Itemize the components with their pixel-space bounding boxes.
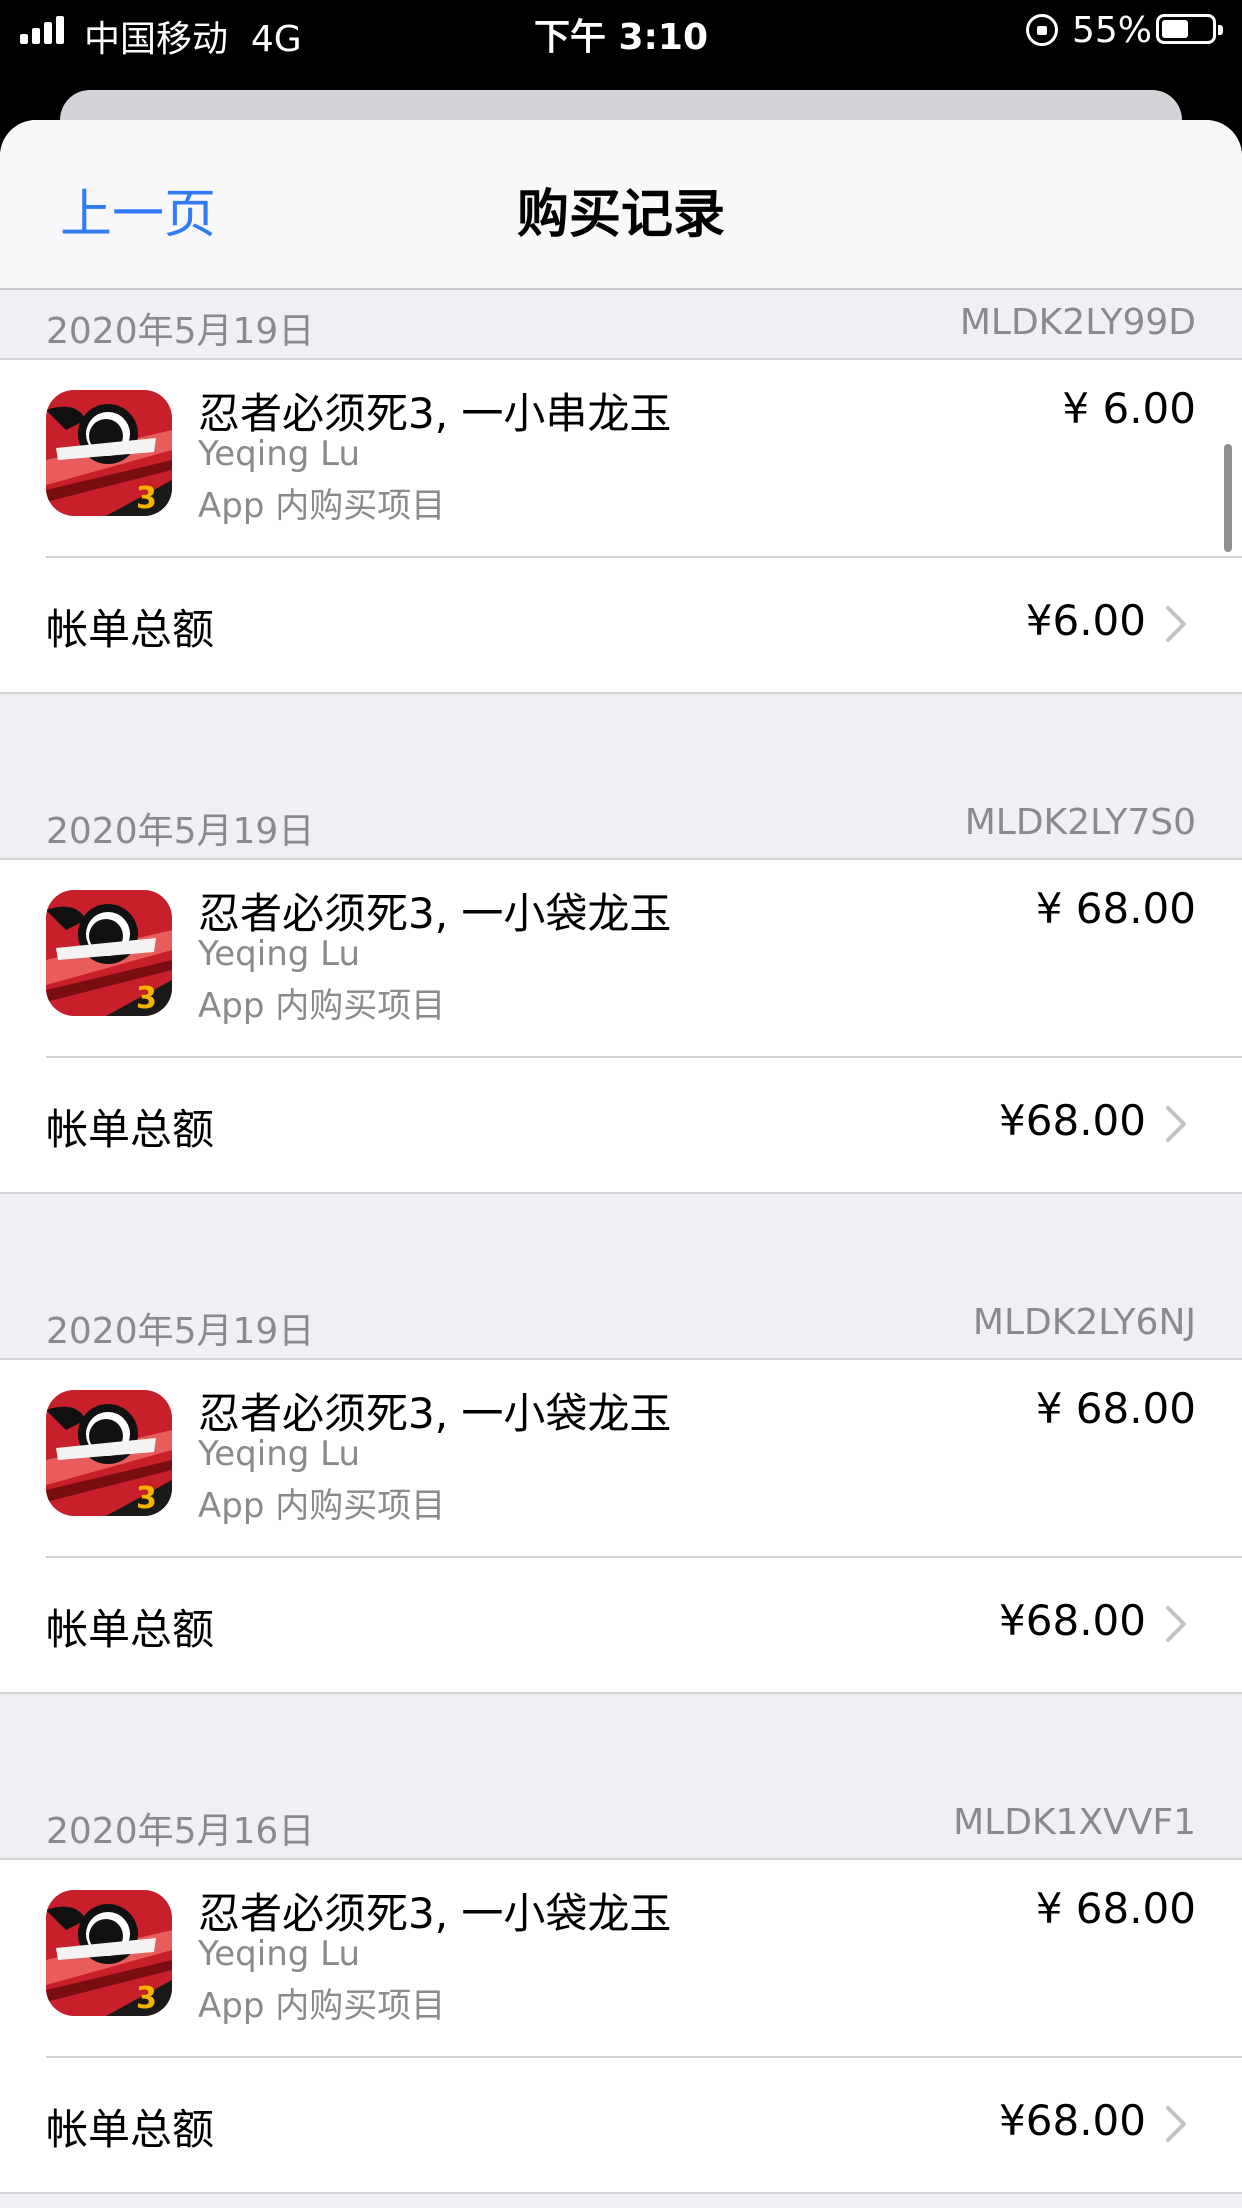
purchase-item-row[interactable]: 3 忍者必须死3, 一小串龙玉 Yeqing Lu App 内购买项目 ¥ 6.… [0,360,1242,556]
bill-total-label: 帐单总额 [46,2105,215,2154]
bill-total-amount: ¥68.00 [999,2096,1146,2145]
bill-total-amount: ¥6.00 [1025,596,1146,645]
status-bar: 中国移动 4G 下午 3:10 55% [0,0,1242,64]
bill-total-amount: ¥68.00 [999,1096,1146,1145]
purchase-history-sheet: 上一页 购买记录 2020年5月19日 MLDK2LY99D 3 忍者必须死3,… [0,120,1242,2208]
chevron-right-icon [1166,2106,1186,2142]
bill-total-row[interactable]: 帐单总额 ¥68.00 [0,1058,1242,1192]
item-type: App 内购买项目 [198,486,446,526]
purchase-date: 2020年5月19日 [46,811,315,852]
section-header: 2020年5月19日 MLDK2LY6NJ [0,1290,1242,1360]
purchase-date: 2020年5月19日 [46,1311,315,1352]
item-name: 忍者必须死3, 一小袋龙玉 [198,889,672,938]
purchase-card: 3 忍者必须死3, 一小袋龙玉 Yeqing Lu App 内购买项目 ¥ 68… [0,1860,1242,2194]
page-title: 购买记录 [516,185,725,245]
purchase-card: 3 忍者必须死3, 一小袋龙玉 Yeqing Lu App 内购买项目 ¥ 68… [0,1360,1242,1694]
navigation-bar: 上一页 购买记录 [0,120,1242,290]
ninja-game-app-icon: 3 [46,890,172,1016]
bill-total-row[interactable]: 帐单总额 ¥6.00 [0,558,1242,692]
bill-total-amount: ¥68.00 [999,1596,1146,1645]
battery-icon [1156,14,1223,44]
purchase-section: 2020年5月19日 MLDK2LY99D 3 忍者必须死3, 一小串龙玉 Ye… [0,290,1242,790]
chevron-right-icon [1166,1106,1186,1142]
scroll-indicator[interactable] [1224,444,1232,552]
battery-percentage: 55% [1072,10,1153,51]
bill-total-row[interactable]: 帐单总额 ¥68.00 [0,2058,1242,2192]
purchase-item-row[interactable]: 3 忍者必须死3, 一小袋龙玉 Yeqing Lu App 内购买项目 ¥ 68… [0,1860,1242,2056]
order-id: MLDK1XVVF1 [953,1802,1196,1843]
item-price: ¥ 68.00 [1035,884,1196,933]
developer-name: Yeqing Lu [198,934,361,974]
item-name: 忍者必须死3, 一小串龙玉 [198,389,672,438]
purchase-section: 2020年5月16日 MLDK1XVVF1 3 忍者必须死3, 一小袋龙玉 Ye… [0,1790,1242,2208]
purchase-item-row[interactable]: 3 忍者必须死3, 一小袋龙玉 Yeqing Lu App 内购买项目 ¥ 68… [0,1360,1242,1556]
purchase-card: 3 忍者必须死3, 一小袋龙玉 Yeqing Lu App 内购买项目 ¥ 68… [0,860,1242,1194]
purchase-date: 2020年5月19日 [46,311,315,352]
purchase-section: 2020年5月19日 MLDK2LY7S0 3 忍者必须死3, 一小袋龙玉 Ye… [0,790,1242,1290]
item-price: ¥ 68.00 [1035,1384,1196,1433]
order-id: MLDK2LY7S0 [964,802,1196,843]
item-type: App 内购买项目 [198,1986,446,2026]
chevron-right-icon [1166,1606,1186,1642]
item-type: App 内购买项目 [198,986,446,1026]
section-header: 2020年5月16日 MLDK1XVVF1 [0,1790,1242,1860]
purchase-item-row[interactable]: 3 忍者必须死3, 一小袋龙玉 Yeqing Lu App 内购买项目 ¥ 68… [0,860,1242,1056]
purchase-list[interactable]: 2020年5月19日 MLDK2LY99D 3 忍者必须死3, 一小串龙玉 Ye… [0,290,1242,2208]
ninja-game-app-icon: 3 [46,1390,172,1516]
developer-name: Yeqing Lu [198,1434,361,1474]
chevron-right-icon [1166,606,1186,642]
developer-name: Yeqing Lu [198,434,361,474]
bill-total-row[interactable]: 帐单总额 ¥68.00 [0,1558,1242,1692]
item-price: ¥ 6.00 [1062,384,1196,433]
item-price: ¥ 68.00 [1035,1884,1196,1933]
bill-total-label: 帐单总额 [46,1605,215,1654]
purchase-card: 3 忍者必须死3, 一小串龙玉 Yeqing Lu App 内购买项目 ¥ 6.… [0,360,1242,694]
bill-total-label: 帐单总额 [46,1105,215,1154]
orientation-lock-icon [1026,14,1058,46]
ninja-game-app-icon: 3 [46,1890,172,2016]
ninja-game-app-icon: 3 [46,390,172,516]
svg-text:3: 3 [136,981,157,1016]
order-id: MLDK2LY6NJ [972,1302,1196,1343]
section-header: 2020年5月19日 MLDK2LY7S0 [0,790,1242,860]
bill-total-label: 帐单总额 [46,605,215,654]
svg-text:3: 3 [136,1481,157,1516]
developer-name: Yeqing Lu [198,1934,361,1974]
item-name: 忍者必须死3, 一小袋龙玉 [198,1389,672,1438]
section-header: 2020年5月19日 MLDK2LY99D [0,290,1242,360]
item-type: App 内购买项目 [198,1486,446,1526]
item-name: 忍者必须死3, 一小袋龙玉 [198,1889,672,1938]
purchase-date: 2020年5月16日 [46,1811,315,1852]
purchase-section: 2020年5月19日 MLDK2LY6NJ 3 忍者必须死3, 一小袋龙玉 Ye… [0,1290,1242,1790]
svg-text:3: 3 [136,481,157,516]
svg-text:3: 3 [136,1981,157,2016]
order-id: MLDK2LY99D [959,302,1196,343]
